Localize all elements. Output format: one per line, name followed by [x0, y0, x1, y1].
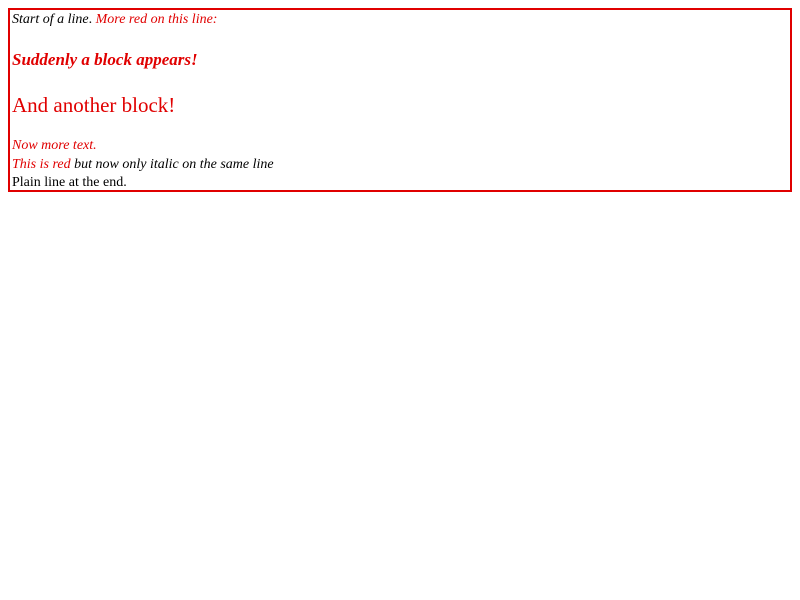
start-of-line-text: Start of a line [12, 12, 89, 27]
now-more-text: Now more text. [12, 138, 97, 153]
suddenly-block-text: Suddenly a block appears! [12, 50, 198, 69]
line-start-of-line: Start of a line. More red on this line: [12, 11, 217, 29]
italic-same-line-text: but now only italic on the same line [70, 157, 274, 172]
this-is-red-text: This is red [12, 157, 71, 172]
red-bordered-box: Start of a line. More red on this line: … [8, 8, 792, 192]
line-red-and-italic: This is red but now only italic on the s… [12, 156, 274, 174]
another-block-text: And another block! [12, 93, 176, 117]
more-red-text: More red on this line: [92, 12, 218, 27]
plain-line-text: Plain line at the end. [12, 175, 127, 190]
